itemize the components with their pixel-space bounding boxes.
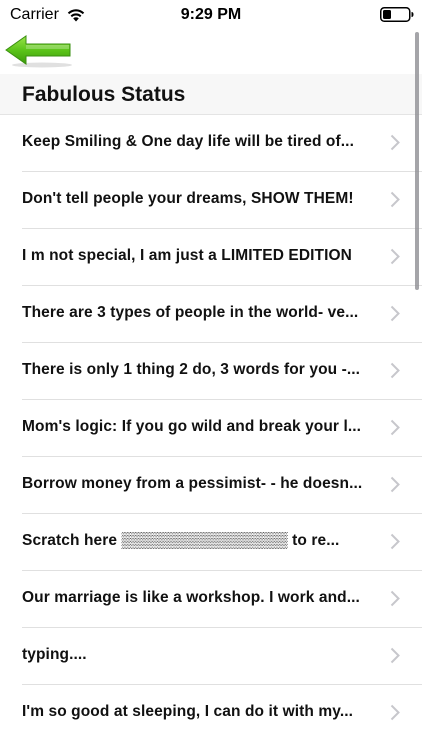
list-item[interactable]: I'm so good at sleeping, I can do it wit…	[0, 684, 422, 741]
scroll-indicator[interactable]	[415, 32, 419, 290]
status-bar: Carrier 9:29 PM	[0, 0, 422, 30]
chevron-right-icon	[390, 191, 400, 208]
list-item-text: typing....	[22, 646, 87, 663]
chevron-right-icon	[390, 704, 400, 721]
list-item-text: I'm so good at sleeping, I can do it wit…	[22, 703, 354, 720]
list-item-text: Scratch here ▒▒▒▒▒▒▒▒▒▒▒▒▒▒▒ to re...	[22, 532, 340, 549]
list-item-text: Borrow money from a pessimist- - he does…	[22, 475, 363, 492]
list-item-text: Mom's logic: If you go wild and break yo…	[22, 418, 362, 435]
list-item-text: Don't tell people your dreams, SHOW THEM…	[22, 190, 354, 207]
list-item-text: I m not special, I am just a LIMITED EDI…	[22, 247, 352, 264]
chevron-right-icon	[390, 647, 400, 664]
section-header: Fabulous Status	[0, 74, 422, 115]
list-item-text: Our marriage is like a workshop. I work …	[22, 589, 360, 606]
list-item[interactable]: Keep Smiling & One day life will be tire…	[0, 114, 422, 172]
list-item[interactable]: typing....	[0, 627, 422, 685]
status-list: Keep Smiling & One day life will be tire…	[0, 114, 422, 741]
chevron-right-icon	[390, 533, 400, 550]
chevron-right-icon	[390, 134, 400, 151]
list-item[interactable]: Scratch here ▒▒▒▒▒▒▒▒▒▒▒▒▒▒▒ to re...	[0, 513, 422, 571]
list-item-text: Keep Smiling & One day life will be tire…	[22, 133, 354, 150]
list-item[interactable]: Our marriage is like a workshop. I work …	[0, 570, 422, 628]
list-item[interactable]: There is only 1 thing 2 do, 3 words for …	[0, 342, 422, 400]
green-arrow-left-icon[interactable]	[4, 34, 74, 68]
chevron-right-icon	[390, 248, 400, 265]
list-item[interactable]: I m not special, I am just a LIMITED EDI…	[0, 228, 422, 286]
list-item-text: There is only 1 thing 2 do, 3 words for …	[22, 361, 361, 378]
list-item[interactable]: Mom's logic: If you go wild and break yo…	[0, 399, 422, 457]
navigation-bar	[0, 30, 422, 74]
chevron-right-icon	[390, 362, 400, 379]
chevron-right-icon	[390, 590, 400, 607]
chevron-right-icon	[390, 305, 400, 322]
section-title: Fabulous Status	[22, 83, 186, 106]
list-item[interactable]: Don't tell people your dreams, SHOW THEM…	[0, 171, 422, 229]
battery-icon	[380, 7, 414, 22]
screen: Carrier 9:29 PM Fabulous Status Keep Smi…	[0, 0, 422, 750]
chevron-right-icon	[390, 476, 400, 493]
list-item[interactable]: There are 3 types of people in the world…	[0, 285, 422, 343]
chevron-right-icon	[390, 419, 400, 436]
list-item-text: There are 3 types of people in the world…	[22, 304, 359, 321]
status-time: 9:29 PM	[180, 6, 242, 23]
list-item[interactable]: Borrow money from a pessimist- - he does…	[0, 456, 422, 514]
